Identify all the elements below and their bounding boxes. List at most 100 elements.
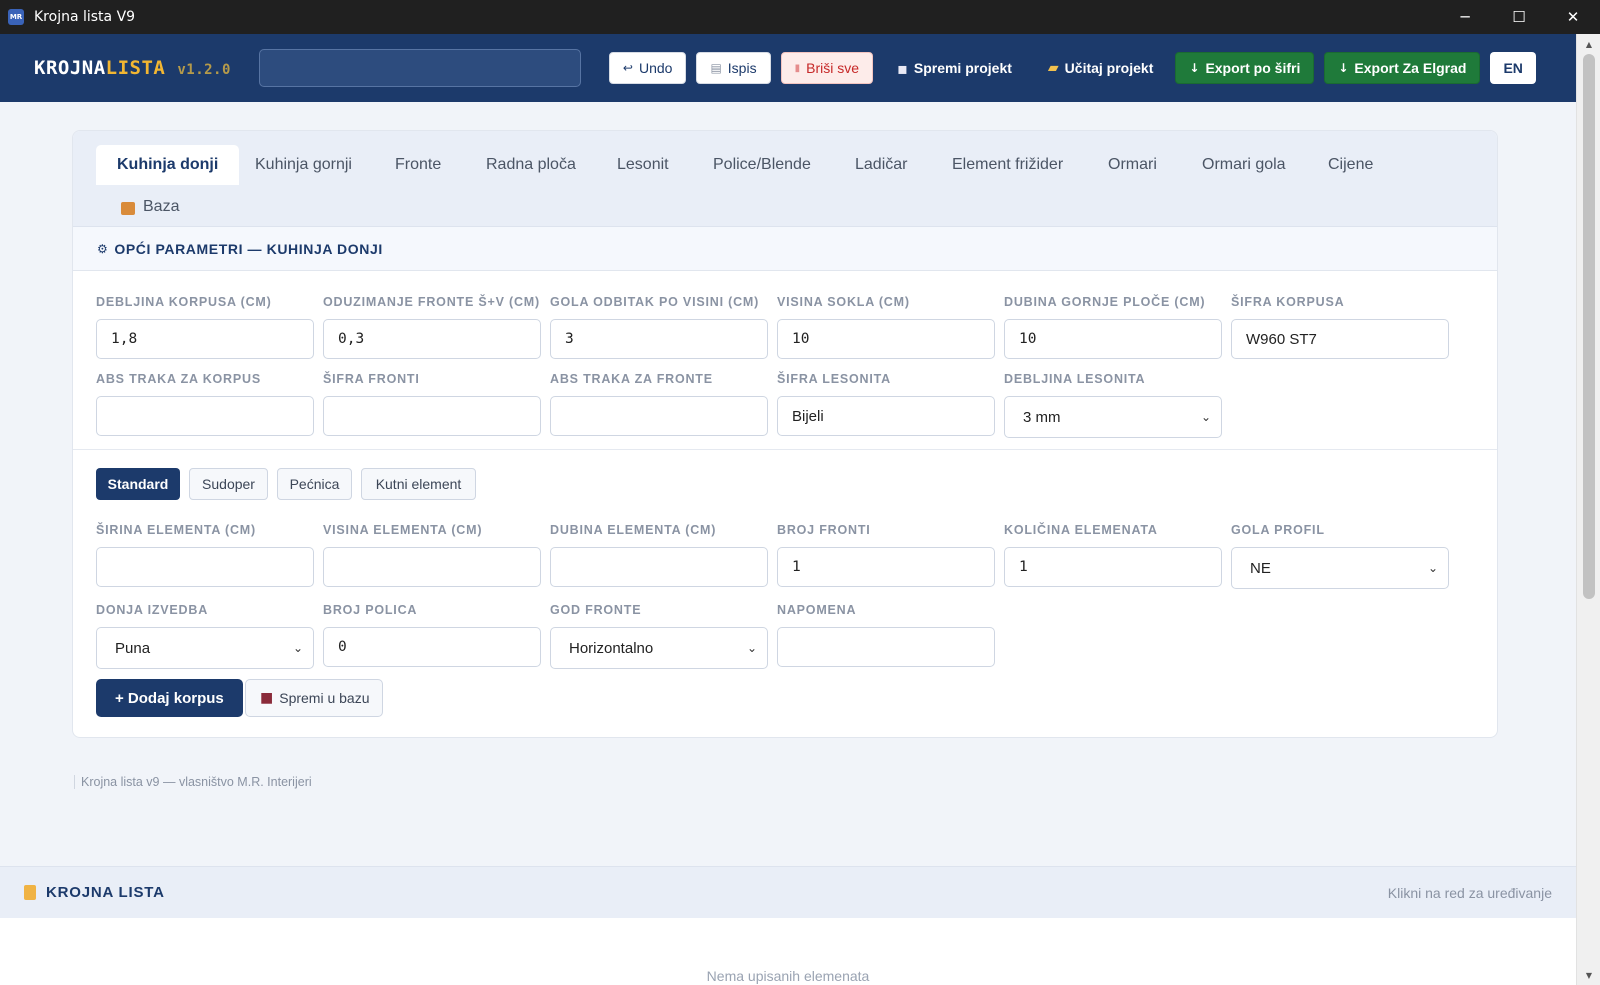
maximize-icon[interactable]: ☐	[1492, 0, 1546, 34]
undo-button[interactable]: ↩ Undo	[608, 52, 687, 84]
field-label: VISINA ELEMENTA (CM)	[323, 523, 483, 537]
window-controls: ─ ☐ ✕	[1438, 0, 1600, 34]
abs-fronte-input[interactable]	[550, 396, 768, 436]
version-label: v1.2.0	[177, 62, 231, 78]
printer-icon: ▤	[710, 61, 722, 75]
save-project-button[interactable]: ▪ Spremi projekt	[883, 52, 1026, 84]
field-label: ŠIFRA KORPUSA	[1231, 295, 1345, 309]
footer-note: Krojna lista v9 — vlasništvo M.R. Interi…	[74, 775, 312, 789]
trash-icon: ▮	[794, 62, 801, 74]
element-type-pecnica[interactable]: Pećnica	[277, 468, 352, 500]
visina-input[interactable]	[323, 547, 541, 587]
field-gola-odbitak: GOLA ODBITAK PO VISINI (CM) 3	[550, 295, 768, 359]
tab-kuhinja-donji[interactable]: Kuhinja donji	[96, 145, 240, 185]
field-label: ABS TRAKA ZA FRONTE	[550, 372, 713, 386]
dubina-input[interactable]	[550, 547, 768, 587]
tab-ladicar[interactable]: Ladičar	[855, 145, 907, 185]
element-type-kutni[interactable]: Kutni element	[361, 468, 476, 500]
tab-radna-ploca[interactable]: Radna ploča	[486, 145, 576, 185]
tab-police-blende[interactable]: Police/Blende	[713, 145, 811, 185]
load-project-button[interactable]: ▰ Učitaj projekt	[1034, 52, 1167, 84]
element-type-sudoper[interactable]: Sudoper	[189, 468, 268, 500]
vertical-scrollbar[interactable]: ▲ ▼	[1576, 34, 1600, 985]
gola-profil-select[interactable]: NE ⌄	[1231, 547, 1449, 589]
visina-sokla-input[interactable]: 10	[777, 319, 995, 359]
god-fronte-select[interactable]: Horizontalno ⌄	[550, 627, 768, 669]
save-project-label: Spremi projekt	[913, 60, 1012, 76]
print-button[interactable]: ▤ Ispis	[696, 52, 771, 84]
tab-kuhinja-gornji[interactable]: Kuhinja gornji	[255, 145, 352, 185]
package-icon	[121, 201, 135, 215]
scroll-up-icon[interactable]: ▲	[1577, 36, 1600, 52]
divider	[73, 449, 1497, 450]
logo: KROJNA LISTA v1.2.0	[34, 57, 231, 79]
field-label: GOLA ODBITAK PO VISINI (CM)	[550, 295, 760, 309]
language-button[interactable]: EN	[1490, 52, 1536, 84]
close-icon[interactable]: ✕	[1546, 0, 1600, 34]
sirina-input[interactable]	[96, 547, 314, 587]
add-korpus-button[interactable]: + Dodaj korpus	[96, 679, 243, 717]
select-value: Puna	[115, 639, 151, 657]
sifra-korpusa-input[interactable]: W960 ST7	[1231, 319, 1449, 359]
tab-cijene[interactable]: Cijene	[1328, 145, 1373, 185]
export-elgrad-label: Export Za Elgrad	[1354, 60, 1467, 76]
sifra-lesonita-input[interactable]: Bijeli	[777, 396, 995, 436]
field-label: GOD FRONTE	[550, 603, 642, 617]
broj-fronti-input[interactable]: 1	[777, 547, 995, 587]
debljina-lesonita-select[interactable]: 3 mm ⌄	[1004, 396, 1222, 438]
select-value: 3 mm	[1023, 408, 1061, 426]
chevron-down-icon: ⌄	[1200, 410, 1211, 424]
undo-label: Undo	[638, 60, 673, 76]
window-title-bar: MR Krojna lista V9 ─ ☐ ✕	[0, 0, 1600, 34]
print-label: Ispis	[727, 60, 757, 76]
tab-ormari-gola[interactable]: Ormari gola	[1202, 145, 1286, 185]
tab-element-frizider[interactable]: Element frižider	[952, 145, 1063, 185]
undo-icon: ↩	[622, 61, 633, 75]
save-to-db-button[interactable]: ■ Spremi u bazu	[245, 679, 383, 717]
save-to-db-label: Spremi u bazu	[279, 690, 370, 706]
debljina-korpusa-input[interactable]: 1,8	[96, 319, 314, 359]
abs-korpus-input[interactable]	[96, 396, 314, 436]
load-project-label: Učitaj projekt	[1064, 60, 1154, 76]
chevron-down-icon: ⌄	[1427, 561, 1438, 575]
gola-odbitak-input[interactable]: 3	[550, 319, 768, 359]
floppy-disk-icon: ■	[260, 690, 274, 706]
napomena-input[interactable]	[777, 627, 995, 667]
export-elgrad-button[interactable]: ↓ Export Za Elgrad	[1324, 52, 1481, 84]
tab-baza[interactable]: Baza	[121, 187, 179, 227]
sifra-fronti-input[interactable]	[323, 396, 541, 436]
donja-izvedba-select[interactable]: Puna ⌄	[96, 627, 314, 669]
chevron-down-icon: ⌄	[746, 641, 757, 655]
field-dubina: DUBINA ELEMENTA (CM)	[550, 523, 768, 587]
tab-ormari[interactable]: Ormari	[1108, 145, 1157, 185]
field-broj-fronti: BROJ FRONTI 1	[777, 523, 995, 587]
floppy-disk-icon: ▪	[897, 58, 908, 78]
tab-fronte[interactable]: Fronte	[395, 145, 441, 185]
element-type-standard[interactable]: Standard	[96, 468, 180, 500]
field-gola-profil: GOLA PROFIL NE ⌄	[1231, 523, 1449, 589]
search-input[interactable]	[258, 49, 581, 87]
kolicina-input[interactable]: 1	[1004, 547, 1222, 587]
tab-lesonit[interactable]: Lesonit	[617, 145, 669, 185]
field-oduzimanje-fronte: ODUZIMANJE FRONTE Š+V (CM) 0,3	[323, 295, 541, 359]
field-sifra-korpusa: ŠIFRA KORPUSA W960 ST7	[1231, 295, 1449, 359]
field-broj-polica: BROJ POLICA 0	[323, 603, 541, 667]
field-label: DONJA IZVEDBA	[96, 603, 209, 617]
scrollbar-thumb[interactable]	[1583, 54, 1595, 599]
broj-polica-input[interactable]: 0	[323, 627, 541, 667]
delete-all-label: Briši sve	[806, 60, 860, 76]
minimize-icon[interactable]: ─	[1438, 0, 1492, 34]
field-label: BROJ POLICA	[323, 603, 418, 617]
logo-text: KROJNA	[34, 57, 106, 79]
oduzimanje-fronte-input[interactable]: 0,3	[323, 319, 541, 359]
window-title: Krojna lista V9	[34, 9, 136, 25]
export-code-button[interactable]: ↓ Export po šifri	[1175, 52, 1315, 84]
dubina-gornje-ploce-input[interactable]: 10	[1004, 319, 1222, 359]
section-title: OPĆI PARAMETRI — KUHINJA DONJI	[114, 240, 383, 257]
gear-icon: ⚙	[97, 241, 109, 256]
scroll-down-icon[interactable]: ▼	[1577, 967, 1600, 983]
field-sirina: ŠIRINA ELEMENTA (CM)	[96, 523, 314, 587]
app-content: KROJNA LISTA v1.2.0 ↩ Undo ▤ Ispis ▮ Briši sv…	[0, 34, 1576, 985]
delete-all-button[interactable]: ▮ Briši sve	[780, 52, 874, 84]
section-header: ⚙ OPĆI PARAMETRI — KUHINJA DONJI	[73, 227, 1497, 271]
